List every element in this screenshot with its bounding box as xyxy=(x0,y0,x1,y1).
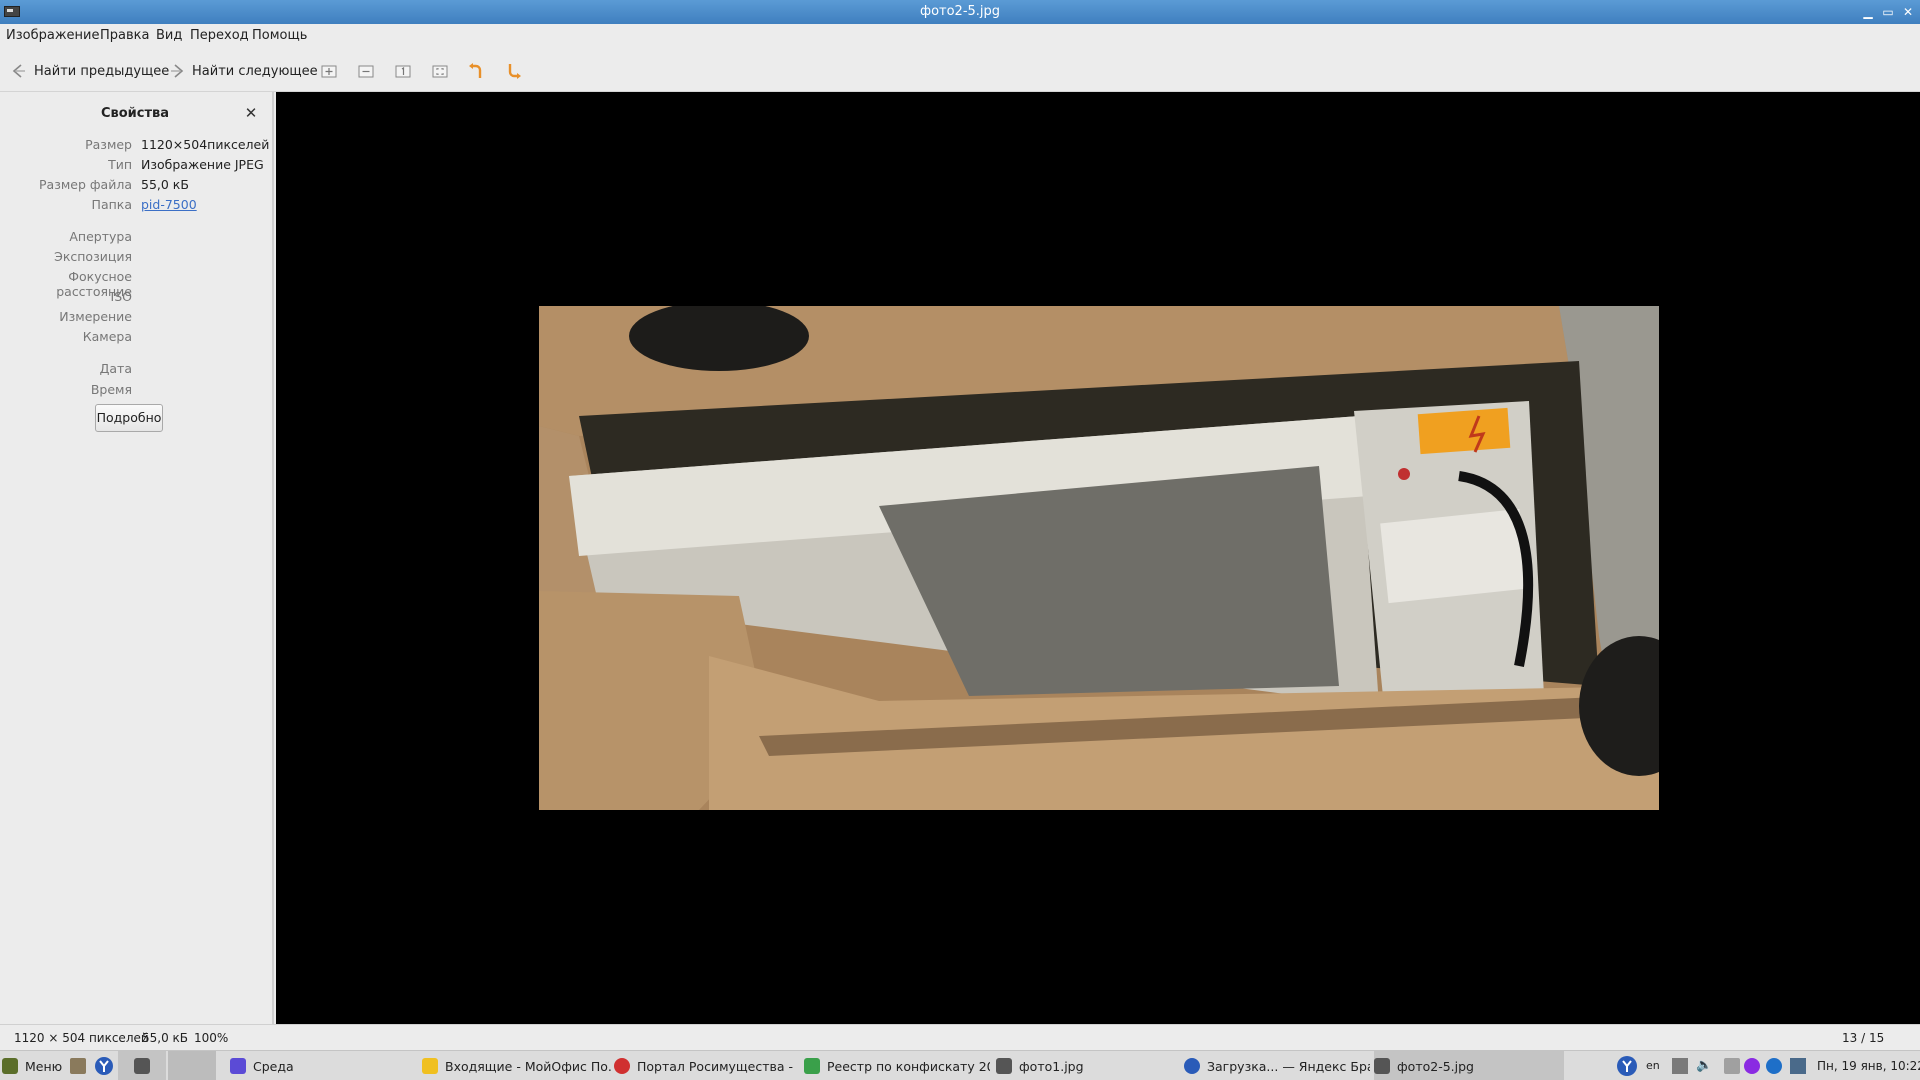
taskbar: Меню Среда Входящие - МойОфис По... Порт… xyxy=(0,1050,1920,1080)
title-bar: фото2-5.jpg ▁ ▭ ✕ xyxy=(0,0,1920,24)
yandex-browser-icon[interactable] xyxy=(94,1056,114,1076)
close-icon[interactable]: ✕ xyxy=(244,106,258,121)
start-menu-button[interactable]: Меню xyxy=(2,1051,70,1080)
file-manager-icon[interactable] xyxy=(70,1058,86,1074)
menu-image[interactable]: Изображение xyxy=(6,28,99,43)
mail-icon xyxy=(422,1058,438,1074)
prop-type-value: Изображение JPEG xyxy=(141,157,264,172)
prop-date-label: Дата xyxy=(99,361,132,376)
prop-iso-label: ISO xyxy=(110,289,132,304)
start-menu-label: Меню xyxy=(25,1058,63,1074)
find-previous-button[interactable]: Найти предыдущее xyxy=(10,60,169,82)
zoom-in-icon[interactable] xyxy=(320,62,338,80)
close-icon[interactable]: ✕ xyxy=(1900,4,1916,20)
status-dimensions: 1120 × 504 пикселей xyxy=(14,1031,149,1045)
find-next-button[interactable]: Найти следующее xyxy=(168,60,318,82)
prop-folder-label: Папка xyxy=(91,197,132,212)
rotate-left-icon[interactable] xyxy=(467,62,485,80)
task-reestr[interactable]: Реестр по конфискату 20... xyxy=(804,1051,990,1080)
show-desktop-button[interactable] xyxy=(118,1051,166,1080)
task-myoffice-mail[interactable]: Входящие - МойОфис По... xyxy=(422,1051,612,1080)
task-label: Реестр по конфискату 20... xyxy=(827,1058,990,1074)
status-zoom: 100% xyxy=(194,1031,229,1045)
task-yandex-download[interactable]: Загрузка... — Яндекс Брау... xyxy=(1184,1051,1370,1080)
browser-tab-icon xyxy=(614,1058,630,1074)
image-viewer[interactable] xyxy=(276,92,1920,1024)
arrow-left-icon xyxy=(10,62,28,80)
find-next-label: Найти следующее xyxy=(192,63,318,79)
menu-help[interactable]: Помощь xyxy=(252,28,307,43)
display-icon[interactable] xyxy=(1790,1058,1806,1074)
prop-size-label: Размер xyxy=(85,137,132,152)
menu-go[interactable]: Переход xyxy=(190,28,249,43)
task-label: Портал Росимущества - ... xyxy=(637,1058,794,1074)
task-label: Среда xyxy=(253,1058,294,1074)
zoom-out-icon[interactable] xyxy=(357,62,375,80)
menu-edit[interactable]: Правка xyxy=(100,28,149,43)
toolbar: Найти предыдущее Найти следующее xyxy=(0,48,1920,92)
displayed-photo xyxy=(539,306,1659,810)
keyboard-layout[interactable]: en xyxy=(1646,1059,1666,1075)
status-position: 13 / 15 xyxy=(1842,1031,1885,1045)
rotate-right-icon[interactable] xyxy=(505,62,523,80)
hp-printer-icon[interactable] xyxy=(1766,1058,1782,1074)
sreda-icon xyxy=(230,1058,246,1074)
task-photo2-5[interactable]: фото2-5.jpg xyxy=(1374,1051,1564,1080)
workspace-switcher[interactable] xyxy=(168,1051,216,1080)
task-photo1[interactable]: фото1.jpg xyxy=(996,1051,1176,1080)
prop-folder-link[interactable]: pid-7500 xyxy=(141,197,197,212)
clock[interactable]: Пн, 19 янв, 10:22 xyxy=(1817,1059,1920,1073)
arrow-right-icon xyxy=(168,62,186,80)
zoom-fit-icon[interactable] xyxy=(431,62,449,80)
prop-exposure-label: Экспозиция xyxy=(54,249,132,264)
clipboard-icon[interactable] xyxy=(1724,1058,1740,1074)
calendar-icon[interactable] xyxy=(1744,1058,1760,1074)
menu-view[interactable]: Вид xyxy=(156,28,182,43)
prop-filesize-label: Размер файла xyxy=(39,177,132,192)
status-bar: 1120 × 504 пикселей 55,0 кБ 100% 13 / 15 xyxy=(0,1024,1920,1050)
task-rosimushchestvo[interactable]: Портал Росимущества - ... xyxy=(614,1051,794,1080)
properties-title: Свойства xyxy=(100,106,170,121)
zoom-normal-icon[interactable] xyxy=(394,62,412,80)
task-label: Загрузка... — Яндекс Брау... xyxy=(1207,1058,1370,1074)
properties-panel: Свойства ✕ Размер 1120×504пикселей Тип И… xyxy=(0,92,274,1024)
menu-icon xyxy=(2,1058,18,1074)
volume-icon[interactable]: 🔈 xyxy=(1696,1058,1712,1074)
maximize-icon[interactable]: ▭ xyxy=(1880,4,1896,20)
prop-size-value: 1120×504пикселей xyxy=(141,137,270,152)
minimize-icon[interactable]: ▁ xyxy=(1860,4,1876,20)
prop-metering-label: Измерение xyxy=(59,309,132,324)
prop-time-label: Время xyxy=(90,382,132,397)
status-filesize: 55,0 кБ xyxy=(142,1031,189,1045)
task-label: Входящие - МойОфис По... xyxy=(445,1058,612,1074)
network-icon[interactable] xyxy=(1672,1058,1688,1074)
task-label: фото1.jpg xyxy=(1019,1058,1084,1074)
image-viewer-icon xyxy=(996,1058,1012,1074)
yandex-tray-icon[interactable] xyxy=(1616,1055,1638,1077)
menu-bar: Изображение Правка Вид Переход Помощь xyxy=(0,24,1920,48)
spreadsheet-icon xyxy=(804,1058,820,1074)
prop-filesize-value: 55,0 кБ xyxy=(141,177,189,192)
yandex-browser-icon xyxy=(1184,1058,1200,1074)
prop-aperture-label: Апертура xyxy=(69,229,132,244)
window-title: фото2-5.jpg xyxy=(919,4,1001,19)
details-button[interactable]: Подробно xyxy=(95,404,163,432)
prop-type-label: Тип xyxy=(108,157,132,172)
prop-camera-label: Камера xyxy=(82,329,132,344)
find-previous-label: Найти предыдущее xyxy=(34,63,170,79)
task-label: фото2-5.jpg xyxy=(1397,1058,1474,1074)
photo-content xyxy=(539,306,1659,810)
image-viewer-icon xyxy=(134,1058,150,1074)
task-sreda[interactable]: Среда xyxy=(230,1051,410,1080)
image-viewer-icon xyxy=(1374,1058,1390,1074)
